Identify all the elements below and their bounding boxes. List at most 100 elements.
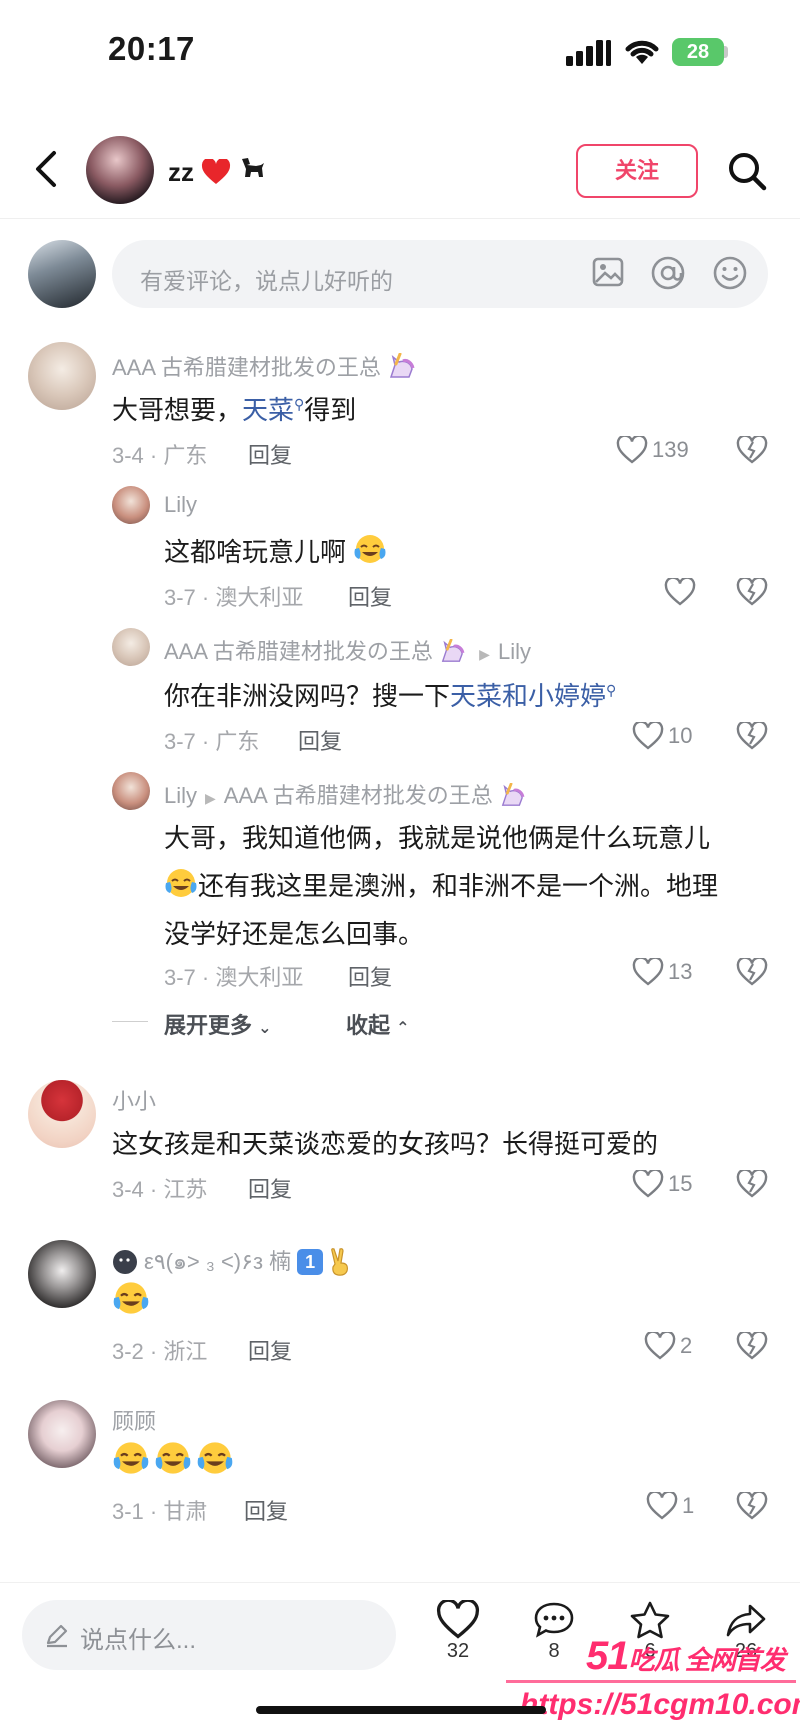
dislike-icon[interactable] <box>736 722 768 750</box>
reply-button[interactable]: 回复 <box>248 1172 292 1204</box>
battery-nub <box>724 46 728 58</box>
like-count: 2 <box>680 1333 693 1358</box>
heart-icon <box>616 436 648 464</box>
bottom-input-placeholder: 说点什么... <box>80 1627 197 1654</box>
reply-meta: 3-7 · 广东 <box>164 729 260 754</box>
like-button[interactable] <box>664 578 696 606</box>
reply-meta: 3-7 · 澳大利亚 <box>164 965 304 990</box>
chevron-down-icon: ⌄ <box>258 1020 272 1037</box>
watermark-url: https://51cgm10.com <box>520 1688 800 1721</box>
heart-icon <box>644 1332 676 1360</box>
chevron-up-icon: ⌃ <box>396 1020 410 1037</box>
username[interactable]: zz <box>168 155 268 188</box>
comment-avatar[interactable] <box>28 1400 96 1468</box>
search-icon[interactable] <box>726 150 768 192</box>
like-button[interactable]: 13 <box>632 958 692 986</box>
comment-avatar[interactable] <box>28 1080 96 1148</box>
dislike-icon[interactable] <box>736 436 768 464</box>
watermark-brand: 51吃瓜 全网首发 <box>586 1634 786 1678</box>
like-count: 13 <box>668 959 693 984</box>
expand-more-button[interactable]: 展开更多 ⌄ <box>164 1008 272 1040</box>
heart-icon <box>664 578 696 606</box>
cellular-signal-icon <box>566 40 612 66</box>
comment-text: 大哥想要，天菜⚲得到 <box>112 395 357 425</box>
reply-author[interactable]: Lily ▶ AAA 古希腊建材批发の王总 <box>164 778 525 810</box>
like-button[interactable]: 15 <box>632 1170 692 1198</box>
victory-hand-icon <box>327 1247 353 1276</box>
comment-input-placeholder: 有爱评论，说点儿好听的 <box>140 268 393 294</box>
image-icon[interactable] <box>592 257 624 287</box>
battery-indicator: 28 <box>672 38 724 66</box>
back-icon[interactable] <box>32 150 62 188</box>
tears-of-joy-icon <box>353 533 387 565</box>
reply-button[interactable]: 回复 <box>298 724 342 756</box>
reply-avatar[interactable] <box>112 628 150 666</box>
comment-meta: 3-4 · 江苏 <box>112 1177 208 1202</box>
like-button[interactable]: 2 <box>644 1332 692 1360</box>
like-count: 1 <box>682 1493 695 1518</box>
comment-action-button[interactable]: 8 <box>524 1600 584 1663</box>
red-heart-icon <box>201 159 231 185</box>
comment-meta: 3-4 · 广东 <box>112 443 208 468</box>
emoji-picker-icon[interactable] <box>712 255 748 291</box>
heart-icon <box>632 1170 664 1198</box>
dislike-icon[interactable] <box>736 1492 768 1520</box>
reply-author[interactable]: AAA 古希腊建材批发の王总 ▶ Lily <box>164 634 531 666</box>
unicorn-icon <box>439 639 465 663</box>
comment-avatar[interactable] <box>28 1240 96 1308</box>
keycap-one-badge: 1 <box>297 1248 324 1275</box>
my-avatar <box>28 240 96 308</box>
tears-of-joy-icon <box>196 1440 234 1476</box>
search-link[interactable]: 天菜 <box>242 395 294 425</box>
like-button[interactable]: 10 <box>632 722 692 750</box>
pen-icon <box>44 1622 70 1648</box>
reply-text-line: 大哥，我知道他俩，我就是说他俩是什么玩意儿 <box>164 823 711 853</box>
like-count: 139 <box>652 437 689 462</box>
black-cat-icon <box>238 155 268 185</box>
collapse-button[interactable]: 收起 ⌃ <box>346 1008 410 1040</box>
dislike-icon[interactable] <box>736 1170 768 1198</box>
reply-button[interactable]: 回复 <box>248 1334 292 1366</box>
comment-avatar[interactable] <box>28 342 96 410</box>
search-link[interactable]: 天菜和小婷婷 <box>450 681 606 711</box>
reply-button[interactable]: 回复 <box>248 438 292 470</box>
tears-of-joy-icon <box>112 1440 150 1476</box>
author-avatar[interactable] <box>86 136 154 204</box>
reply-button[interactable]: 回复 <box>348 580 392 612</box>
dislike-icon[interactable] <box>736 578 768 606</box>
comment-author[interactable]: AAA 古希腊建材批发の王总 <box>112 350 415 382</box>
tears-of-joy-icon <box>154 1440 192 1476</box>
reply-avatar[interactable] <box>112 486 150 524</box>
bottom-comment-input[interactable] <box>22 1600 396 1670</box>
reply-text-line: 没学好还是怎么回事。 <box>164 919 425 949</box>
username-text: zz <box>168 157 194 187</box>
unicorn-icon <box>499 783 525 807</box>
expand-divider <box>112 1021 148 1022</box>
reply-button[interactable]: 回复 <box>348 960 392 992</box>
comment-bubble-icon <box>532 1600 576 1640</box>
comment-action-count: 8 <box>548 1640 560 1662</box>
home-indicator <box>256 1706 546 1714</box>
search-link-icon: ⚲ <box>606 682 617 698</box>
like-button[interactable]: 1 <box>646 1492 694 1520</box>
follow-button[interactable]: 关注 <box>576 144 698 198</box>
comment-author[interactable]: 小小 <box>112 1084 156 1116</box>
like-action-button[interactable]: 32 <box>428 1600 488 1663</box>
reply-meta: 3-7 · 澳大利亚 <box>164 585 304 610</box>
dislike-icon[interactable] <box>736 1332 768 1360</box>
comment-author[interactable]: 顾顾 <box>112 1404 156 1436</box>
reply-text: 你在非洲没网吗？搜一下天菜和小婷婷⚲ <box>164 681 617 711</box>
comment-author[interactable]: ε٩(๑> ₃ <)۶з 楠 1 <box>112 1244 353 1279</box>
dislike-icon[interactable] <box>736 958 768 986</box>
reply-button[interactable]: 回复 <box>244 1494 288 1526</box>
like-button[interactable]: 139 <box>616 436 689 464</box>
bottom-bar-divider <box>0 1582 800 1583</box>
reply-text: 这都啥玩意儿啊 <box>164 532 387 569</box>
heart-icon <box>632 722 664 750</box>
mention-icon[interactable] <box>650 255 686 291</box>
wifi-icon <box>622 36 662 66</box>
reply-author[interactable]: Lily <box>164 492 197 518</box>
reply-avatar[interactable] <box>112 772 150 810</box>
header-divider <box>0 218 800 219</box>
search-link-icon: ⚲ <box>294 396 305 412</box>
